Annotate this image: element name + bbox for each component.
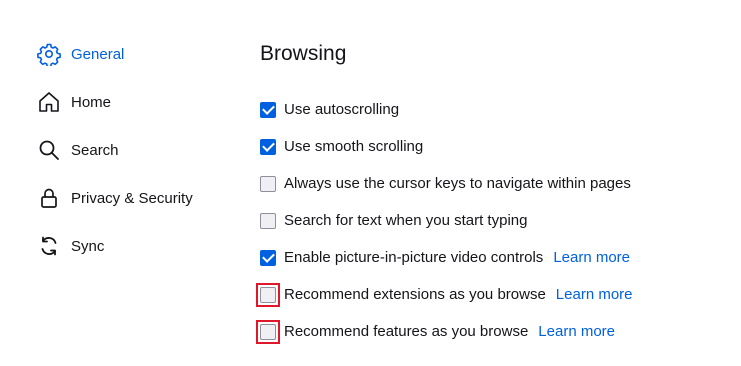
sidebar-item-label: Sync [71, 237, 105, 255]
option-checkbox[interactable] [260, 323, 276, 340]
sidebar-item-label: General [71, 45, 125, 63]
checkbox-wrapper [260, 249, 284, 266]
sync-icon [36, 233, 62, 259]
sidebar-item-label: Search [71, 141, 119, 159]
sidebar-item-home[interactable]: Home [36, 78, 236, 126]
section-title: Browsing [260, 42, 347, 65]
option-row: Use smooth scrolling [260, 128, 730, 165]
option-checkbox[interactable] [260, 175, 276, 192]
option-label[interactable]: Use autoscrolling [284, 101, 399, 118]
search-icon [36, 137, 62, 163]
option-row: Always use the cursor keys to navigate w… [260, 165, 730, 202]
option-row: Enable picture-in-picture video controls… [260, 239, 730, 276]
option-row: Search for text when you start typing [260, 202, 730, 239]
sidebar-item-privacy-security[interactable]: Privacy & Security [36, 174, 236, 222]
sidebar: General Home Search Privacy & Security S… [36, 30, 236, 270]
option-label[interactable]: Enable picture-in-picture video controls [284, 249, 543, 266]
option-checkbox[interactable] [260, 138, 276, 155]
option-label[interactable]: Search for text when you start typing [284, 212, 527, 229]
sidebar-item-label: Privacy & Security [71, 189, 193, 207]
option-row: Use autoscrolling [260, 91, 730, 128]
options-list: Use autoscrolling Use smooth scrolling Alw… [256, 91, 730, 350]
option-row: Recommend features as you browse Learn mo… [256, 313, 730, 350]
highlight-box [256, 319, 284, 344]
checkbox-wrapper [260, 101, 284, 118]
sidebar-item-search[interactable]: Search [36, 126, 236, 174]
checkbox-wrapper [260, 175, 284, 192]
gear-icon [36, 41, 62, 67]
checkbox-wrapper [260, 212, 284, 229]
home-icon [36, 89, 62, 115]
option-row: Recommend extensions as you browse Learn … [256, 276, 730, 313]
sidebar-item-general[interactable]: General [36, 30, 236, 78]
learn-more-link[interactable]: Learn more [556, 286, 633, 303]
option-checkbox[interactable] [260, 249, 276, 266]
option-checkbox[interactable] [260, 286, 276, 303]
highlight-box [256, 282, 284, 307]
option-label[interactable]: Recommend extensions as you browse [284, 286, 546, 303]
checkbox-wrapper [260, 138, 284, 155]
option-label[interactable]: Recommend features as you browse [284, 323, 528, 340]
sidebar-item-sync[interactable]: Sync [36, 222, 236, 270]
learn-more-link[interactable]: Learn more [553, 249, 630, 266]
main-content: Browsing Use autoscrolling Use smooth scr… [256, 38, 730, 350]
sidebar-item-label: Home [71, 93, 112, 111]
learn-more-link[interactable]: Learn more [538, 323, 615, 340]
option-label[interactable]: Always use the cursor keys to navigate w… [284, 175, 631, 192]
option-checkbox[interactable] [260, 101, 276, 118]
option-checkbox[interactable] [260, 212, 276, 229]
lock-icon [36, 185, 62, 211]
option-label[interactable]: Use smooth scrolling [284, 138, 423, 155]
